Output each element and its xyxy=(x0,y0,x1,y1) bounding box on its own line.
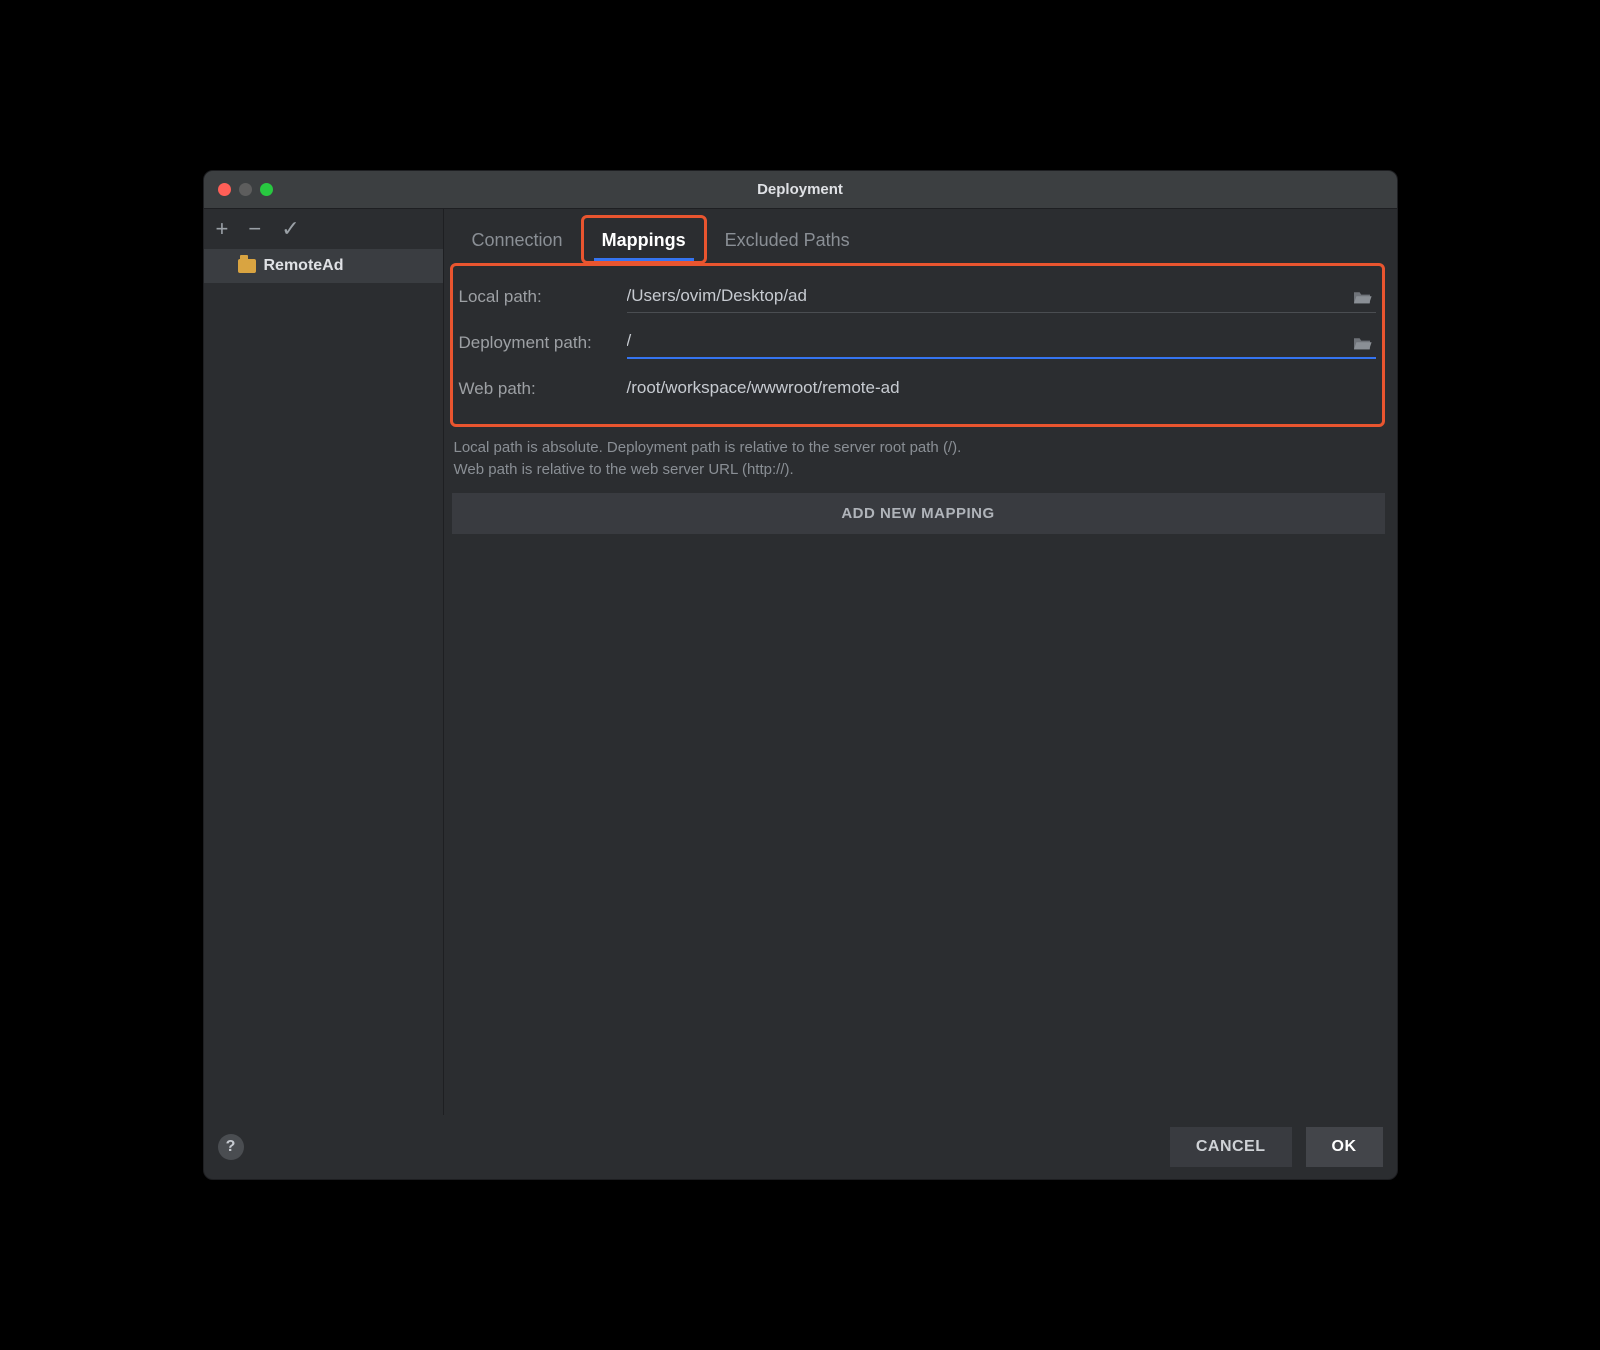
sidebar-toolbar: + − ✓ xyxy=(204,209,443,249)
folder-icon[interactable] xyxy=(1352,335,1372,351)
help-line-1: Local path is absolute. Deployment path … xyxy=(454,437,1385,459)
main-panel: Connection Mappings Excluded Paths Local… xyxy=(444,209,1397,1115)
deployment-path-row: Deployment path: xyxy=(459,320,1376,366)
dialog-body: + − ✓ RemoteAd Connection Mappings Exclu… xyxy=(204,209,1397,1115)
server-list-item[interactable]: RemoteAd xyxy=(204,249,443,283)
dialog-footer: ? CANCEL OK xyxy=(204,1115,1397,1179)
deployment-path-label: Deployment path: xyxy=(459,333,627,353)
add-server-button[interactable]: + xyxy=(216,218,229,240)
tab-excluded-paths[interactable]: Excluded Paths xyxy=(707,218,868,261)
web-path-row: Web path: /root/workspace/wwwroot/remote… xyxy=(459,366,1376,412)
local-path-input[interactable] xyxy=(627,282,1376,313)
help-line-2: Web path is relative to the web server U… xyxy=(454,459,1385,481)
sftp-icon xyxy=(238,259,256,273)
tab-bar: Connection Mappings Excluded Paths xyxy=(450,209,1385,261)
tab-mappings[interactable]: Mappings xyxy=(581,215,707,264)
web-path-label: Web path: xyxy=(459,379,627,399)
minimize-window-button[interactable] xyxy=(239,183,252,196)
local-path-row: Local path: xyxy=(459,274,1376,320)
cancel-button[interactable]: CANCEL xyxy=(1170,1127,1292,1167)
folder-icon[interactable] xyxy=(1352,289,1372,305)
remove-server-button[interactable]: − xyxy=(248,218,261,240)
maximize-window-button[interactable] xyxy=(260,183,273,196)
window-title: Deployment xyxy=(204,181,1397,198)
titlebar: Deployment xyxy=(204,171,1397,209)
help-button[interactable]: ? xyxy=(218,1134,244,1160)
close-window-button[interactable] xyxy=(218,183,231,196)
tab-connection[interactable]: Connection xyxy=(454,218,581,261)
deployment-path-input[interactable] xyxy=(627,327,1376,359)
help-text: Local path is absolute. Deployment path … xyxy=(454,437,1385,481)
mappings-form: Local path: Deployment path: xyxy=(450,263,1385,427)
apply-server-button[interactable]: ✓ xyxy=(281,218,299,240)
local-path-label: Local path: xyxy=(459,287,627,307)
add-new-mapping-button[interactable]: ADD NEW MAPPING xyxy=(452,493,1385,534)
server-name: RemoteAd xyxy=(264,257,344,275)
window-controls xyxy=(218,183,273,196)
web-path-value[interactable]: /root/workspace/wwwroot/remote-ad xyxy=(627,374,1376,404)
ok-button[interactable]: OK xyxy=(1306,1127,1383,1167)
deployment-dialog: Deployment + − ✓ RemoteAd Connection Map… xyxy=(203,170,1398,1180)
server-sidebar: + − ✓ RemoteAd xyxy=(204,209,444,1115)
